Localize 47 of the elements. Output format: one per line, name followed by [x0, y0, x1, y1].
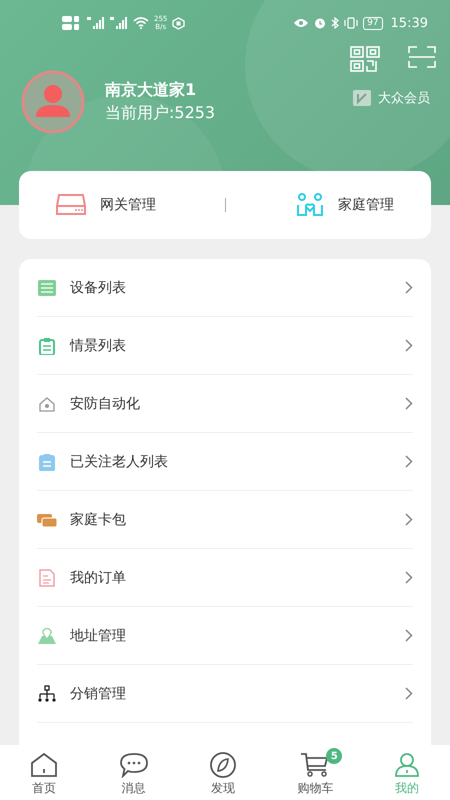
tab[interactable]: 5 购物车 — [291, 745, 340, 800]
sim-icon — [62, 16, 82, 30]
member-icon — [353, 90, 371, 106]
tab[interactable]: 首页 — [24, 745, 64, 800]
chat-bubble-icon — [118, 752, 149, 778]
signal-icon — [110, 17, 128, 29]
chevron-icon — [405, 513, 413, 526]
chevron-icon — [405, 281, 413, 294]
quick-action[interactable]: 网关管理 — [52, 190, 160, 220]
qr-code-icon[interactable] — [350, 46, 380, 72]
clock-time: 15:39 — [390, 16, 428, 30]
scan-icon[interactable] — [408, 46, 436, 68]
user-name: 南京大道家1 — [105, 80, 198, 101]
home-icon — [30, 753, 58, 777]
tab[interactable]: 发现 — [202, 745, 243, 800]
router-icon — [56, 194, 86, 216]
eye-icon — [293, 18, 310, 28]
menu-item[interactable]: 分销管理 — [37, 665, 413, 723]
avatar[interactable] — [21, 70, 85, 134]
chevron-icon — [405, 687, 413, 700]
count-badge: 5 — [326, 748, 342, 764]
menu-item[interactable]: 已关注老人列表 — [37, 433, 413, 491]
current-user-id: 当前用户:5253 — [105, 103, 216, 124]
person-icon — [394, 752, 420, 778]
menu-item[interactable]: 家庭卡包 — [37, 491, 413, 549]
bluetooth-icon — [331, 17, 340, 29]
quick-action[interactable]: 家庭管理 — [292, 189, 398, 221]
chevron-icon — [405, 571, 413, 584]
battery-level: 97 — [363, 16, 383, 30]
alarm-icon — [314, 17, 326, 29]
chevron-icon — [405, 397, 413, 410]
chevron-icon — [405, 629, 413, 642]
vibrate-icon — [344, 17, 358, 29]
chevron-icon — [405, 339, 413, 352]
signal-icon — [87, 17, 105, 29]
menu-item[interactable]: 安防自动化 — [37, 375, 413, 433]
menu-item[interactable]: 设备列表 — [37, 259, 413, 317]
membership-level: 大众会员 — [378, 90, 430, 107]
menu-item[interactable]: 情景列表 — [37, 317, 413, 375]
chevron-icon — [405, 455, 413, 468]
menu-item[interactable]: 地址管理 — [37, 607, 413, 665]
wifi-icon — [133, 17, 149, 29]
family-icon — [296, 193, 324, 217]
hexagon-icon — [172, 16, 186, 30]
menu-item[interactable]: 我的订单 — [37, 549, 413, 607]
tab[interactable]: 消息 — [112, 745, 155, 800]
compass-icon — [208, 752, 237, 778]
